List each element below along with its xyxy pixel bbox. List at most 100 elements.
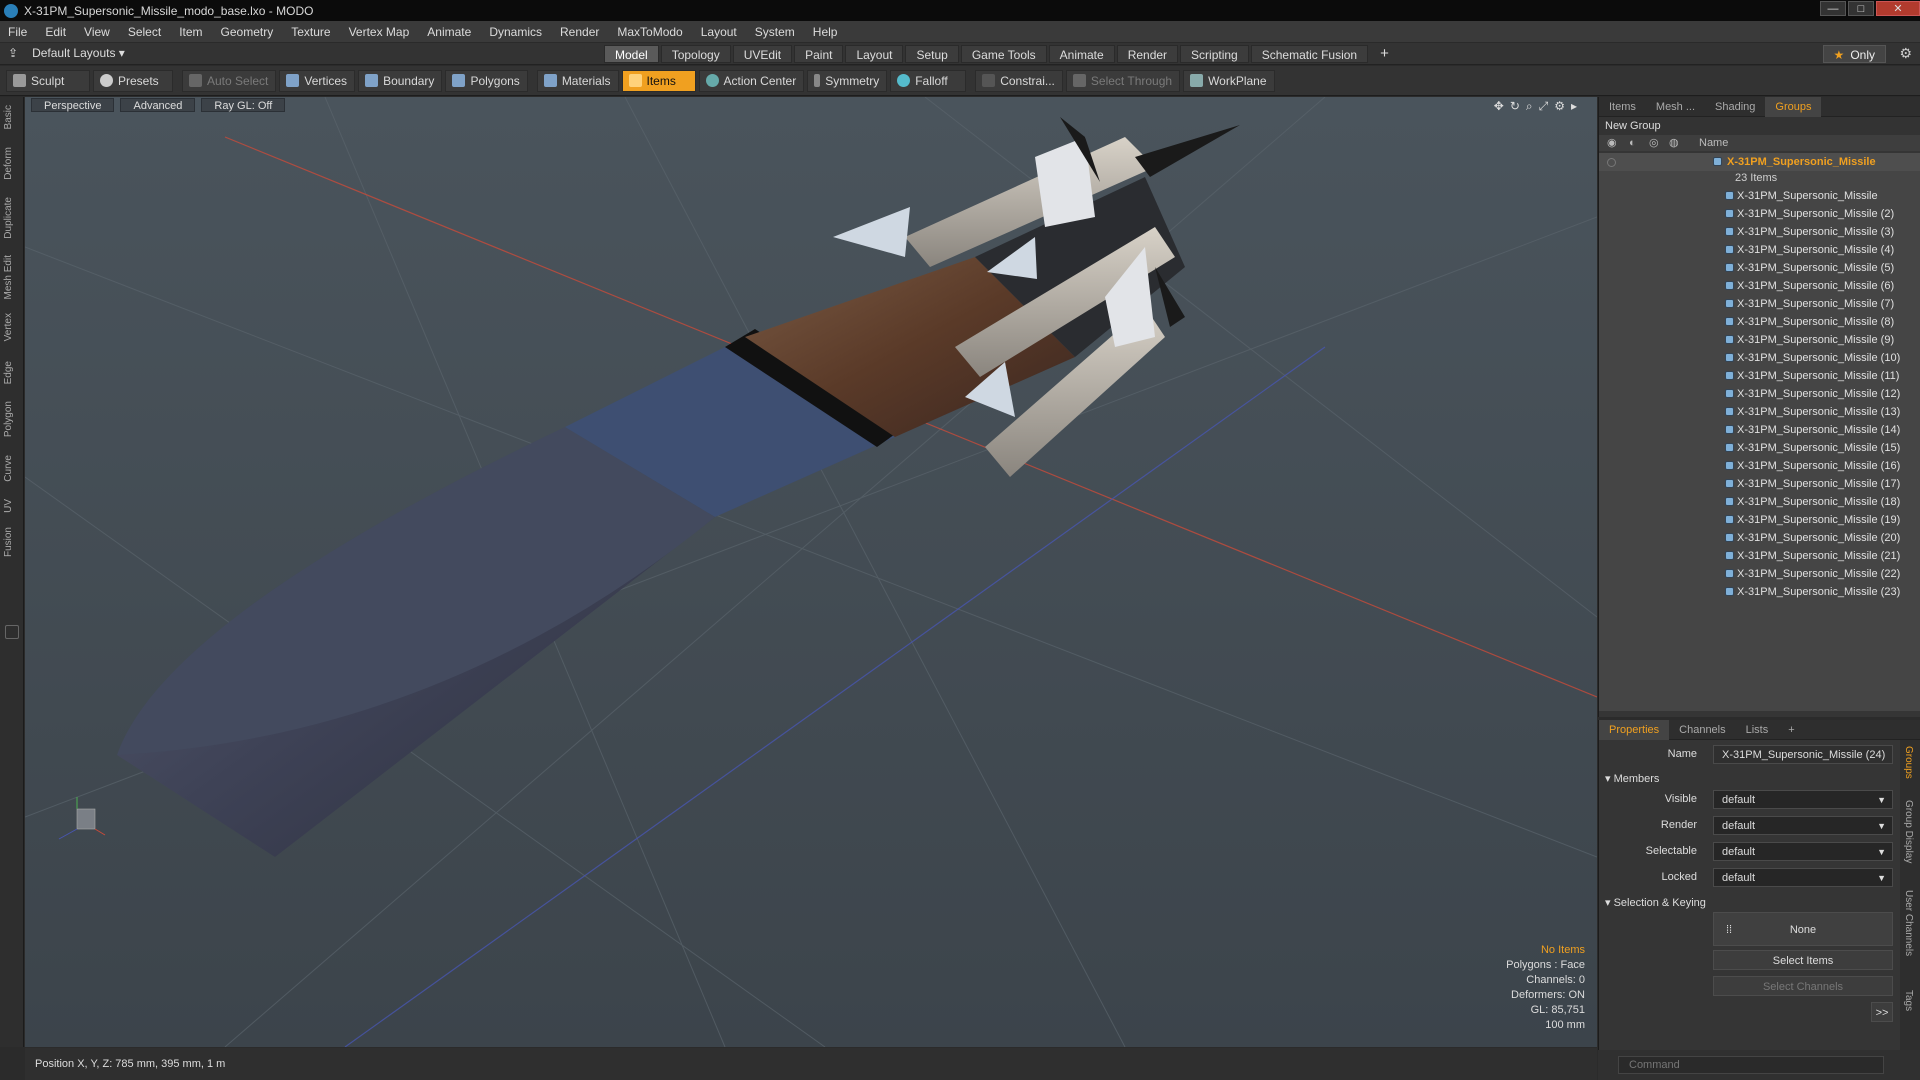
list-item[interactable]: X-31PM_Supersonic_Missile (20)	[1599, 529, 1920, 547]
menu-system[interactable]: System	[755, 25, 795, 39]
visible-select[interactable]: default ▼	[1713, 790, 1893, 809]
none-button[interactable]: ⁞⁞ None	[1713, 912, 1893, 946]
list-item[interactable]: X-31PM_Supersonic_Missile (6)	[1599, 277, 1920, 295]
presets-button[interactable]: Presets	[93, 69, 173, 92]
list-item[interactable]: X-31PM_Supersonic_Missile (22)	[1599, 565, 1920, 583]
select-channels-button[interactable]: Select Channels	[1713, 976, 1893, 996]
menu-layout[interactable]: Layout	[701, 25, 737, 39]
tab-mesh[interactable]: Mesh ...	[1646, 97, 1705, 117]
tab-setup[interactable]: Setup	[905, 45, 959, 63]
left-tab-vertex[interactable]: Vertex	[3, 313, 14, 341]
list-item[interactable]: X-31PM_Supersonic_Missile (3)	[1599, 223, 1920, 241]
tab-game-tools[interactable]: Game Tools	[960, 45, 1047, 63]
materials-button[interactable]: Materials	[536, 69, 619, 92]
command-input[interactable]	[1618, 1056, 1884, 1074]
close-button[interactable]: ✕	[1876, 1, 1920, 16]
constraints-button[interactable]: Constrai...	[975, 69, 1063, 92]
render-select[interactable]: default ▼	[1713, 816, 1893, 835]
name-field[interactable]: X-31PM_Supersonic_Missile (24)	[1713, 745, 1893, 764]
menu-dynamics[interactable]: Dynamics	[489, 25, 542, 39]
boundary-button[interactable]: Boundary	[358, 69, 443, 92]
tab-shading[interactable]: Shading	[1705, 97, 1765, 117]
viewport-nav-icons[interactable]: ✥↻⌕⤢⚙▸	[1494, 99, 1583, 114]
minimize-button[interactable]: —	[1820, 1, 1846, 16]
layouts-dropdown[interactable]: ⇪ Default Layouts ▾	[8, 46, 125, 60]
left-tab-basic[interactable]: Basic	[3, 105, 14, 129]
side-tab-group-display[interactable]: Group Display	[1903, 800, 1914, 863]
add-tab-button[interactable]: +	[1370, 45, 1399, 63]
new-group-button[interactable]: New Group	[1599, 117, 1920, 135]
3d-viewport[interactable]: Perspective Advanced Ray GL: Off ✥↻⌕⤢⚙▸ …	[25, 97, 1597, 1047]
left-tab-mesh-edit[interactable]: Mesh Edit	[3, 255, 14, 299]
menu-animate[interactable]: Animate	[427, 25, 471, 39]
menu-view[interactable]: View	[84, 25, 110, 39]
more-button[interactable]: >>	[1871, 1002, 1893, 1022]
side-tab-user-channels[interactable]: User Channels	[1903, 890, 1914, 956]
tab-model[interactable]: Model	[604, 45, 659, 63]
auto-select-button[interactable]: Auto Select	[182, 69, 277, 92]
left-tab-polygon[interactable]: Polygon	[3, 401, 14, 437]
left-tab-edge[interactable]: Edge	[3, 361, 14, 384]
menu-maxtomodo[interactable]: MaxToModo	[617, 25, 682, 39]
tab-groups[interactable]: Groups	[1765, 96, 1822, 117]
tab-scripting[interactable]: Scripting	[1180, 45, 1249, 63]
list-item[interactable]: X-31PM_Supersonic_Missile (14)	[1599, 421, 1920, 439]
select-items-button[interactable]: Select Items	[1713, 950, 1893, 970]
action-center-button[interactable]: Action Center	[698, 69, 805, 92]
list-item[interactable]: X-31PM_Supersonic_Missile (23)	[1599, 583, 1920, 601]
selection-keying-section[interactable]: ▾ Selection & Keying	[1605, 896, 1706, 909]
tab-render[interactable]: Render	[1116, 45, 1179, 63]
sculpt-button[interactable]: Sculpt	[6, 69, 90, 92]
list-item[interactable]: X-31PM_Supersonic_Missile (19)	[1599, 511, 1920, 529]
menu-item[interactable]: Item	[179, 25, 202, 39]
list-item[interactable]: X-31PM_Supersonic_Missile (7)	[1599, 295, 1920, 313]
tab-paint[interactable]: Paint	[794, 45, 844, 63]
symmetry-button[interactable]: Symmetry	[807, 69, 888, 92]
shading-mode-button[interactable]: Advanced	[120, 98, 196, 112]
tab-topology[interactable]: Topology	[660, 45, 731, 63]
menu-edit[interactable]: Edit	[45, 25, 66, 39]
tab-channels[interactable]: Channels	[1669, 720, 1735, 740]
menu-vertex-map[interactable]: Vertex Map	[349, 25, 410, 39]
items-button[interactable]: Items	[621, 69, 696, 92]
side-tab-tags[interactable]: Tags	[1903, 990, 1914, 1011]
list-item[interactable]: X-31PM_Supersonic_Missile (12)	[1599, 385, 1920, 403]
list-item[interactable]: X-31PM_Supersonic_Missile (9)	[1599, 331, 1920, 349]
gear-icon[interactable]: ⚙	[1899, 45, 1912, 62]
menu-select[interactable]: Select	[128, 25, 161, 39]
menu-help[interactable]: Help	[813, 25, 838, 39]
list-item[interactable]: X-31PM_Supersonic_Missile (11)	[1599, 367, 1920, 385]
add-panel-tab-button[interactable]: +	[1778, 720, 1804, 740]
raygl-button[interactable]: Ray GL: Off	[201, 98, 286, 112]
vertices-button[interactable]: Vertices	[279, 69, 356, 92]
workplane-button[interactable]: WorkPlane	[1183, 69, 1275, 92]
left-tab-uv[interactable]: UV	[3, 499, 14, 513]
selectable-select[interactable]: default ▼	[1713, 842, 1893, 861]
menu-geometry[interactable]: Geometry	[221, 25, 274, 39]
tab-properties[interactable]: Properties	[1599, 719, 1670, 740]
tab-lists[interactable]: Lists	[1736, 720, 1779, 740]
left-tab-curve[interactable]: Curve	[3, 455, 14, 482]
side-tab-groups[interactable]: Groups	[1903, 746, 1914, 779]
list-item[interactable]: X-31PM_Supersonic_Missile (18)	[1599, 493, 1920, 511]
list-item[interactable]: X-31PM_Supersonic_Missile (4)	[1599, 241, 1920, 259]
menu-file[interactable]: File	[8, 25, 27, 39]
left-strip-toggle[interactable]	[5, 625, 19, 639]
maximize-button[interactable]: □	[1848, 1, 1874, 16]
left-tab-deform[interactable]: Deform	[3, 147, 14, 180]
locked-select[interactable]: default ▼	[1713, 868, 1893, 887]
list-item[interactable]: X-31PM_Supersonic_Missile (13)	[1599, 403, 1920, 421]
list-item[interactable]: X-31PM_Supersonic_Missile (15)	[1599, 439, 1920, 457]
polygons-button[interactable]: Polygons	[445, 69, 528, 92]
tab-schematic-fusion[interactable]: Schematic Fusion	[1250, 45, 1369, 63]
tab-items[interactable]: Items	[1599, 97, 1646, 117]
tab-uvedit[interactable]: UVEdit	[732, 45, 793, 63]
list-item[interactable]: X-31PM_Supersonic_Missile (16)	[1599, 457, 1920, 475]
only-button[interactable]: ★ Only	[1822, 45, 1886, 63]
list-item[interactable]: X-31PM_Supersonic_Missile (10)	[1599, 349, 1920, 367]
tab-animate[interactable]: Animate	[1048, 45, 1115, 63]
left-tab-duplicate[interactable]: Duplicate	[3, 197, 14, 239]
list-item[interactable]: X-31PM_Supersonic_Missile (21)	[1599, 547, 1920, 565]
list-item[interactable]: X-31PM_Supersonic_Missile (5)	[1599, 259, 1920, 277]
list-item[interactable]: X-31PM_Supersonic_Missile	[1599, 187, 1920, 205]
